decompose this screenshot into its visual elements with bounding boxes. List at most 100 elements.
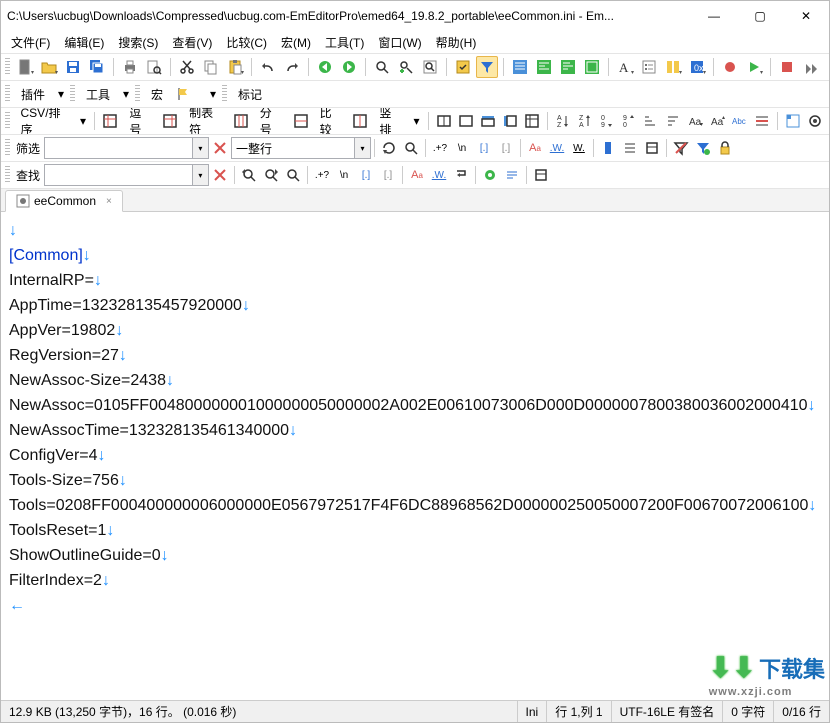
- csv-semi-label[interactable]: 分号: [253, 110, 289, 132]
- find-fuzzy-icon[interactable]: [.]: [377, 164, 399, 186]
- macros-label[interactable]: 宏: [144, 83, 170, 105]
- find-wrap-icon[interactable]: [450, 164, 472, 186]
- csv-grid-icon[interactable]: [350, 110, 370, 132]
- csv-dropdown[interactable]: ▾: [77, 110, 90, 132]
- macro-record-button[interactable]: [719, 56, 741, 78]
- filter-scope-dropdown-icon[interactable]: ▾: [354, 138, 370, 158]
- more-button[interactable]: [800, 56, 822, 78]
- plugins-dropdown[interactable]: ▾: [54, 83, 68, 105]
- font-button[interactable]: A▾: [614, 56, 636, 78]
- filter-toggle-button[interactable]: [476, 56, 498, 78]
- find-number-icon[interactable]: [.]: [355, 164, 377, 186]
- csv-grid-icon[interactable]: [100, 110, 120, 132]
- find-word-icon[interactable]: .W.: [428, 164, 450, 186]
- menu-search[interactable]: 搜索(S): [112, 32, 164, 53]
- find-highlight-icon[interactable]: [479, 164, 501, 186]
- filter-input-combo[interactable]: ▾: [44, 137, 209, 159]
- wrap-char-button[interactable]: [533, 56, 555, 78]
- cut-button[interactable]: [176, 56, 198, 78]
- save-all-button[interactable]: [86, 56, 108, 78]
- back-button[interactable]: [314, 56, 336, 78]
- bookmark-toggle-icon[interactable]: [597, 137, 619, 159]
- filter-refresh-icon[interactable]: [378, 137, 400, 159]
- find-case-icon[interactable]: Aa: [406, 164, 428, 186]
- cell-edit-icon[interactable]: [434, 110, 454, 132]
- find-button[interactable]: [371, 56, 393, 78]
- opt-word-icon[interactable]: .W.: [546, 137, 568, 159]
- filter-dropdown-icon[interactable]: ▾: [192, 138, 208, 158]
- undo-button[interactable]: [257, 56, 279, 78]
- bookmark-list-icon[interactable]: [619, 137, 641, 159]
- menu-window[interactable]: 窗口(W): [372, 32, 427, 53]
- tools-dropdown[interactable]: ▾: [119, 83, 133, 105]
- word-sort-asc-icon[interactable]: Aa: [686, 110, 706, 132]
- status-encoding[interactable]: UTF-16LE 有签名: [612, 701, 724, 722]
- wrap-none-button[interactable]: [509, 56, 531, 78]
- close-button[interactable]: ✕: [783, 1, 829, 31]
- row-header-icon[interactable]: [478, 110, 498, 132]
- len-sort-desc-icon[interactable]: [663, 110, 683, 132]
- minimize-button[interactable]: —: [691, 1, 737, 31]
- find-all-button[interactable]: [282, 164, 304, 186]
- filter-scope-input[interactable]: [232, 138, 354, 158]
- filter-neg-icon[interactable]: [670, 137, 692, 159]
- opt-number-icon[interactable]: [.]: [473, 137, 495, 159]
- menu-file[interactable]: 文件(F): [5, 32, 56, 53]
- remove-dup-icon[interactable]: [752, 110, 772, 132]
- menu-edit[interactable]: 编辑(E): [58, 32, 110, 53]
- filter-input[interactable]: [45, 138, 192, 158]
- menu-compare[interactable]: 比较(C): [220, 32, 273, 53]
- menu-tools[interactable]: 工具(T): [319, 32, 370, 53]
- open-file-button[interactable]: ▾: [38, 56, 60, 78]
- opt-fuzzy-icon[interactable]: [.]: [495, 137, 517, 159]
- copy-button[interactable]: [200, 56, 222, 78]
- csv-settings-icon[interactable]: [805, 110, 825, 132]
- csv-tab-label[interactable]: 制表符: [182, 110, 229, 132]
- file-tab-active[interactable]: eeCommon ×: [5, 190, 123, 212]
- find-dropdown-icon[interactable]: ▾: [192, 165, 208, 185]
- csv-grid-icon[interactable]: [290, 110, 310, 132]
- find-next-button[interactable]: [260, 164, 282, 186]
- status-filetype[interactable]: Ini: [518, 701, 548, 722]
- plugins-label[interactable]: 插件: [14, 83, 52, 105]
- csv-sort-label[interactable]: CSV/排序: [14, 110, 75, 132]
- redo-button[interactable]: [281, 56, 303, 78]
- config-button[interactable]: ▾: [662, 56, 684, 78]
- toggle-button-a[interactable]: [452, 56, 474, 78]
- abc-sort-icon[interactable]: Abc: [730, 110, 750, 132]
- marks-label[interactable]: 标记: [231, 83, 269, 105]
- csv-compare-label[interactable]: 比较: [313, 110, 349, 132]
- stop-button[interactable]: [776, 56, 798, 78]
- replace-button[interactable]: [395, 56, 417, 78]
- csv-grid-icon[interactable]: [160, 110, 180, 132]
- filter-clear-button[interactable]: [209, 137, 231, 159]
- find-clear-button[interactable]: [209, 164, 231, 186]
- wrap-window-button[interactable]: [557, 56, 579, 78]
- len-sort-asc-icon[interactable]: [641, 110, 661, 132]
- filter-adv-icon[interactable]: [692, 137, 714, 159]
- menu-help[interactable]: 帮助(H): [430, 32, 483, 53]
- editor-area[interactable]: ↓[Common]↓InternalRP=↓AppTime=1323281354…: [1, 212, 829, 700]
- find-input-combo[interactable]: ▾: [44, 164, 209, 186]
- csv-comma-label[interactable]: 逗号: [122, 110, 158, 132]
- save-button[interactable]: [62, 56, 84, 78]
- opt-whole-icon[interactable]: W.: [568, 137, 590, 159]
- print-button[interactable]: [119, 56, 141, 78]
- pivot-icon[interactable]: [783, 110, 803, 132]
- az-sort-icon[interactable]: AZ: [553, 110, 573, 132]
- forward-button[interactable]: [338, 56, 360, 78]
- find-regex-icon[interactable]: .+?: [311, 164, 333, 186]
- find-prev-button[interactable]: [238, 164, 260, 186]
- word-sort-desc-icon[interactable]: Aa: [708, 110, 728, 132]
- maximize-button[interactable]: ▢: [737, 1, 783, 31]
- macro-play-button[interactable]: ▾: [743, 56, 765, 78]
- extract-icon[interactable]: [641, 137, 663, 159]
- print-preview-button[interactable]: [143, 56, 165, 78]
- find-input[interactable]: [45, 165, 192, 185]
- tools-label[interactable]: 工具: [79, 83, 117, 105]
- menu-macro[interactable]: 宏(M): [275, 32, 317, 53]
- freeze-icon[interactable]: [522, 110, 542, 132]
- file-tab-close-icon[interactable]: ×: [106, 196, 112, 207]
- col-header-icon[interactable]: [500, 110, 520, 132]
- filter-scope-combo[interactable]: ▾: [231, 137, 371, 159]
